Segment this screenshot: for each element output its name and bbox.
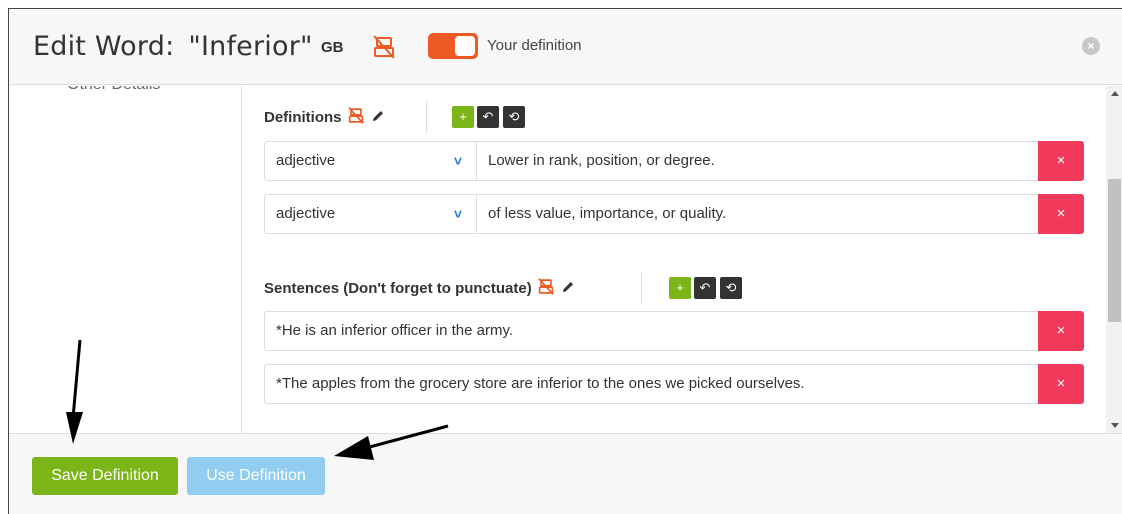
- no-translation-icon[interactable]: [347, 107, 364, 124]
- sentence-row: *The apples from the grocery store are i…: [264, 364, 1084, 404]
- definition-input[interactable]: of less value, importance, or quality.: [488, 195, 726, 233]
- definitions-title-text: Definitions: [264, 109, 342, 126]
- chevron-down-icon: ˅: [453, 153, 462, 169]
- definitions-title: Definitions: [264, 107, 385, 126]
- modal-header: Edit Word: "Inferior" GB Your definition …: [9, 9, 1122, 85]
- language-code: GB: [321, 39, 344, 56]
- definition-input[interactable]: Lower in rank, position, or degree.: [488, 142, 715, 180]
- pencil-icon[interactable]: [371, 109, 385, 123]
- chevron-down-icon: ˅: [453, 206, 462, 222]
- sidebar-item-other-details[interactable]: Other Details: [67, 86, 160, 94]
- sentence-input[interactable]: *The apples from the grocery store are i…: [276, 365, 805, 403]
- undo-sentence-button[interactable]: ↶: [694, 277, 716, 299]
- delete-sentence-button[interactable]: ×: [1038, 311, 1084, 351]
- add-sentence-button[interactable]: +: [669, 277, 691, 299]
- modal-body: Other Details Definitions + ↶ ⟲ adjectiv…: [9, 86, 1122, 433]
- add-definition-button[interactable]: +: [452, 106, 474, 128]
- toggle-knob: [455, 36, 475, 56]
- part-of-speech-select[interactable]: adjective ˅: [265, 142, 477, 180]
- modal-title: Edit Word: "Inferior": [33, 31, 313, 62]
- no-translation-icon[interactable]: [373, 35, 395, 64]
- sentences-title-text: Sentences (Don't forget to punctuate): [264, 280, 532, 297]
- edit-word-modal: Edit Word: "Inferior" GB Your definition …: [8, 8, 1122, 514]
- save-definition-button[interactable]: Save Definition: [32, 457, 178, 495]
- pencil-icon[interactable]: [561, 280, 575, 294]
- title-prefix: Edit Word:: [33, 31, 175, 62]
- toggle-label: Your definition: [487, 37, 582, 54]
- divider: [426, 101, 427, 133]
- your-definition-toggle[interactable]: [428, 33, 478, 59]
- no-translation-icon[interactable]: [538, 278, 554, 295]
- sentence-input[interactable]: *He is an inferior officer in the army.: [276, 312, 513, 350]
- definition-row: adjective ˅ Lower in rank, position, or …: [264, 141, 1084, 181]
- divider: [641, 272, 642, 304]
- undo-definition-button[interactable]: ↶: [477, 106, 499, 128]
- delete-definition-button[interactable]: ×: [1038, 141, 1084, 181]
- use-definition-button[interactable]: Use Definition: [187, 457, 325, 495]
- title-word: "Inferior": [188, 31, 313, 62]
- scroll-thumb[interactable]: [1108, 179, 1121, 322]
- reset-definition-button[interactable]: ⟲: [503, 106, 525, 128]
- part-of-speech-value: adjective: [276, 205, 336, 222]
- modal-footer: Save Definition Use Definition: [9, 433, 1122, 514]
- definition-row: adjective ˅ of less value, importance, o…: [264, 194, 1084, 234]
- scroll-up-icon[interactable]: [1111, 91, 1119, 96]
- sentence-row: *He is an inferior officer in the army. …: [264, 311, 1084, 351]
- delete-definition-button[interactable]: ×: [1038, 194, 1084, 234]
- reset-sentence-button[interactable]: ⟲: [720, 277, 742, 299]
- part-of-speech-value: adjective: [276, 152, 336, 169]
- close-icon[interactable]: ×: [1082, 37, 1100, 55]
- part-of-speech-select[interactable]: adjective ˅: [265, 195, 477, 233]
- delete-sentence-button[interactable]: ×: [1038, 364, 1084, 404]
- sentences-title: Sentences (Don't forget to punctuate): [264, 278, 575, 297]
- scroll-down-icon[interactable]: [1111, 423, 1119, 428]
- scrollbar[interactable]: [1106, 86, 1122, 433]
- sidebar: Other Details: [9, 86, 242, 433]
